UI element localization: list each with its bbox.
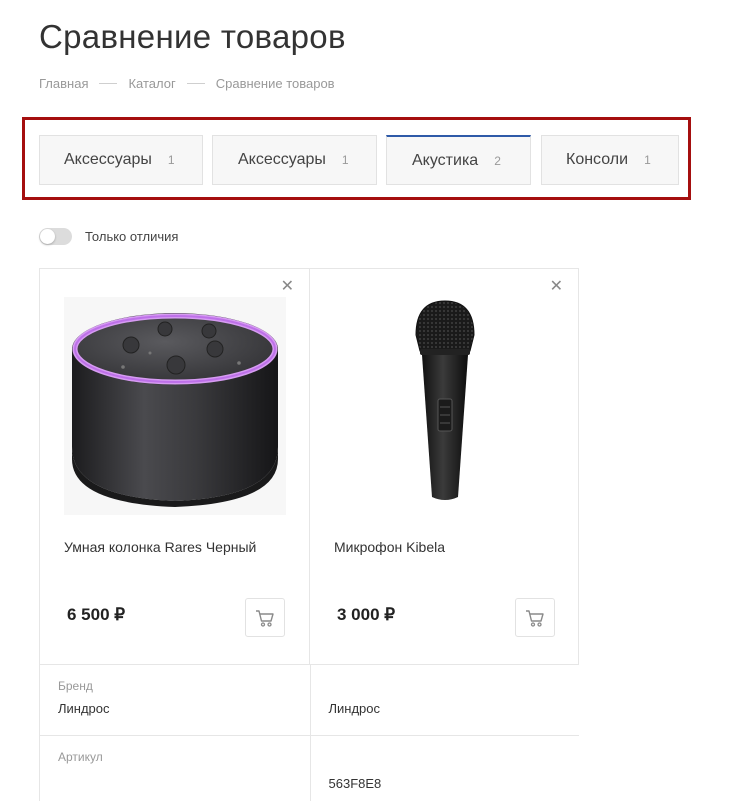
property-cell: Бренд Линдрос <box>40 665 310 735</box>
property-row-sku: Артикул 563F8E8 <box>39 736 579 801</box>
product-card: ✕ <box>40 269 309 664</box>
property-value: Линдрос <box>58 701 110 716</box>
property-cell: Артикул <box>40 736 310 801</box>
tab-label: Акустика <box>412 151 479 169</box>
product-price: 6 500 ₽ <box>67 605 126 624</box>
property-cell: Линдрос <box>309 665 580 735</box>
compare-table: ✕ Умная колонка Rares Черный 6 500 ₽ ✕ М… <box>39 268 579 801</box>
product-name[interactable]: Микрофон Kibela <box>334 539 445 555</box>
breadcrumb-separator <box>99 83 118 84</box>
tab-count: 1 <box>167 153 175 167</box>
breadcrumb: Главная Каталог Сравнение товаров <box>39 76 335 91</box>
tab-label: Консоли <box>566 151 629 168</box>
product-card: ✕ <box>309 269 578 664</box>
breadcrumb-separator <box>186 83 205 84</box>
property-name: Бренд <box>58 679 93 693</box>
tab-label: Аксессуары <box>238 151 326 168</box>
differences-only-toggle[interactable] <box>39 228 72 245</box>
smart-speaker-image[interactable] <box>64 297 286 515</box>
breadcrumb-current: Сравнение товаров <box>215 76 335 91</box>
microphone-image[interactable] <box>334 297 556 515</box>
tab-label: Аксессуары <box>64 151 152 168</box>
breadcrumb-catalog[interactable]: Каталог <box>128 76 175 91</box>
cart-icon <box>256 609 274 627</box>
tab-count: 2 <box>494 153 501 168</box>
add-to-cart-button[interactable] <box>515 598 555 637</box>
tab-accessories[interactable]: Аксессуары 1 <box>39 135 203 185</box>
tab-acoustics[interactable]: Акустика 2 <box>386 135 531 185</box>
page-title: Сравнение товаров <box>39 18 346 55</box>
smart-speaker-illustration <box>64 297 286 515</box>
add-to-cart-button[interactable] <box>245 598 285 637</box>
differences-only-label: Только отличия <box>85 229 179 244</box>
breadcrumb-home[interactable]: Главная <box>39 76 88 91</box>
product-name[interactable]: Умная колонка Rares Черный <box>64 539 256 555</box>
microphone-illustration <box>415 300 475 500</box>
product-price: 3 000 ₽ <box>337 605 396 624</box>
property-value: 563F8E8 <box>328 776 382 791</box>
close-icon[interactable]: ✕ <box>550 279 563 295</box>
cart-icon <box>526 609 544 627</box>
tab-count: 1 <box>644 153 651 167</box>
differences-only-filter: Только отличия <box>39 228 178 245</box>
product-cards: ✕ Умная колонка Rares Черный 6 500 ₽ ✕ М… <box>39 268 579 665</box>
property-name: Артикул <box>58 750 103 764</box>
tab-accessories-2[interactable]: Аксессуары 1 <box>212 135 377 185</box>
close-icon[interactable]: ✕ <box>281 279 294 295</box>
property-row-brand: Бренд Линдрос Линдрос <box>39 665 579 736</box>
property-value: Линдрос <box>328 701 381 716</box>
toggle-knob <box>40 229 55 244</box>
tab-count: 1 <box>341 153 349 167</box>
tab-consoles[interactable]: Консоли 1 <box>541 135 679 185</box>
property-cell: 563F8E8 <box>309 736 580 801</box>
